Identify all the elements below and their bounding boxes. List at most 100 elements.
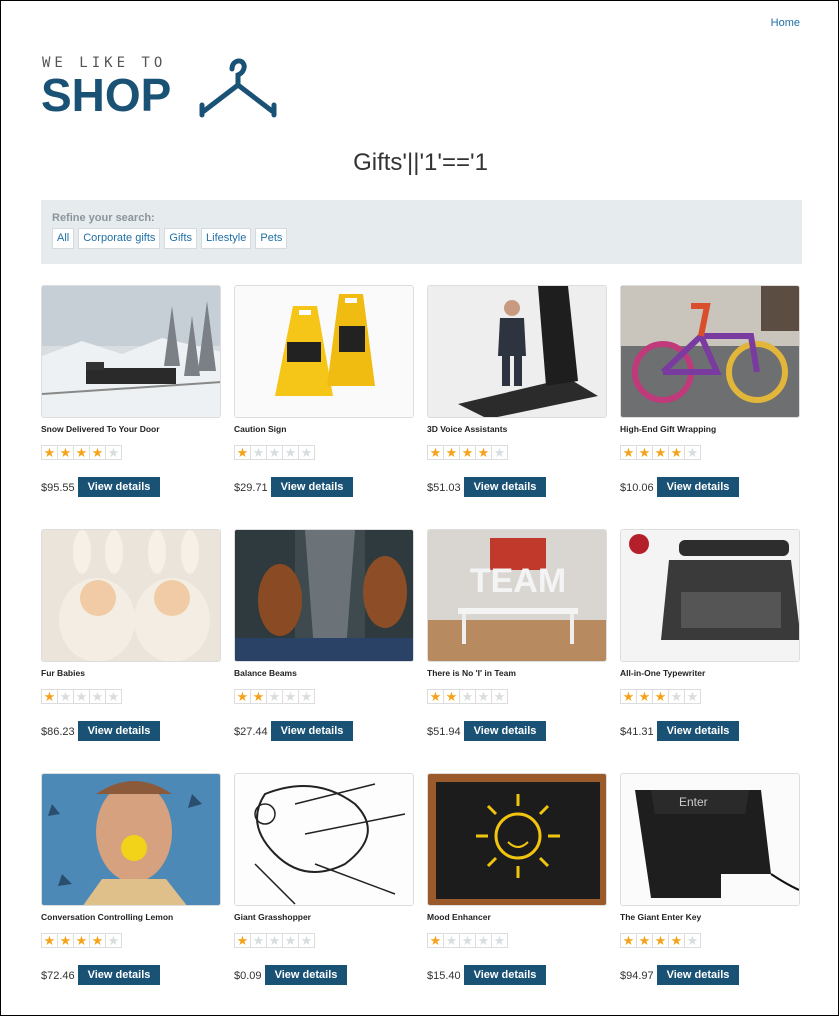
product-card: Giant Grasshopper ★ ★ ★ ★ ★ $0.09 View detai… <box>234 773 415 1016</box>
star-empty-icon: ★ <box>57 689 74 704</box>
product-price: $41.31 <box>620 726 654 738</box>
home-link[interactable]: Home <box>771 17 800 29</box>
star-empty-icon: ★ <box>250 445 267 460</box>
product-name[interactable]: All-in-One Typewriter <box>620 668 705 678</box>
view-details-button[interactable]: View details <box>464 721 546 741</box>
product-image[interactable] <box>234 529 414 662</box>
product-image[interactable] <box>234 773 414 906</box>
refine-label: Refine your search: <box>52 212 155 224</box>
view-details-button[interactable]: View details <box>464 965 546 985</box>
star-filled-icon: ★ <box>636 933 653 948</box>
star-empty-icon: ★ <box>89 689 106 704</box>
product-price: $94.97 <box>620 970 654 982</box>
view-details-button[interactable]: View details <box>657 721 739 741</box>
star-filled-icon: ★ <box>652 445 669 460</box>
product-card: 3D Voice Assistants ★ ★ ★ ★ ★ $51.03 View de… <box>427 285 608 529</box>
product-name[interactable]: Caution Sign <box>234 424 286 434</box>
product-image[interactable]: Enter <box>620 773 800 906</box>
star-filled-icon: ★ <box>57 445 74 460</box>
view-details-button[interactable]: View details <box>78 965 160 985</box>
product-card: Balance Beams ★ ★ ★ ★ ★ $27.44 View details <box>234 529 415 773</box>
star-filled-icon: ★ <box>459 445 476 460</box>
product-card: All-in-One Typewriter ★ ★ ★ ★ ★ $41.31 View … <box>620 529 801 773</box>
star-filled-icon: ★ <box>636 445 653 460</box>
star-filled-icon: ★ <box>427 689 444 704</box>
product-name[interactable]: Fur Babies <box>41 668 85 678</box>
product-name[interactable]: 3D Voice Assistants <box>427 424 507 434</box>
view-details-button[interactable]: View details <box>271 721 353 741</box>
star-empty-icon: ★ <box>298 445 315 460</box>
product-image[interactable] <box>41 285 221 418</box>
star-filled-icon: ★ <box>652 689 669 704</box>
star-empty-icon: ★ <box>491 933 508 948</box>
product-name[interactable]: The Giant Enter Key <box>620 912 701 922</box>
star-empty-icon: ★ <box>250 933 267 948</box>
product-name[interactable]: Snow Delivered To Your Door <box>41 424 160 434</box>
product-image[interactable] <box>620 529 800 662</box>
view-details-button[interactable]: View details <box>271 477 353 497</box>
star-empty-icon: ★ <box>105 445 122 460</box>
hanger-icon <box>199 58 277 118</box>
view-details-button[interactable]: View details <box>657 477 739 497</box>
product-price: $10.06 <box>620 482 654 494</box>
star-rating: ★ ★ ★ ★ ★ <box>234 689 315 704</box>
star-filled-icon: ★ <box>73 933 90 948</box>
star-empty-icon: ★ <box>73 689 90 704</box>
star-empty-icon: ★ <box>282 933 299 948</box>
star-filled-icon: ★ <box>41 445 58 460</box>
filter-pets[interactable]: Pets <box>255 228 288 249</box>
product-image[interactable] <box>234 285 414 418</box>
product-card: Conversation Controlling Lemon ★ ★ ★ ★ ★ $72… <box>41 773 222 1016</box>
refine-search-panel: Refine your search: All Corporate gifts … <box>41 200 802 264</box>
view-details-button[interactable]: View details <box>464 477 546 497</box>
product-name[interactable]: There is No 'I' in Team <box>427 668 516 678</box>
star-filled-icon: ★ <box>73 445 90 460</box>
product-card: Snow Delivered To Your Door ★ ★ ★ ★ ★ $95.55… <box>41 285 222 529</box>
product-image[interactable]: TEAM <box>427 529 607 662</box>
product-card: Mood Enhancer ★ ★ ★ ★ ★ $15.40 View details <box>427 773 608 1016</box>
star-empty-icon: ★ <box>684 933 701 948</box>
star-empty-icon: ★ <box>668 689 685 704</box>
star-rating: ★ ★ ★ ★ ★ <box>41 445 122 460</box>
view-details-button[interactable]: View details <box>78 721 160 741</box>
star-rating: ★ ★ ★ ★ ★ <box>427 689 508 704</box>
star-empty-icon: ★ <box>475 689 492 704</box>
product-card: TEAM There is No 'I' in Team ★ ★ ★ ★ ★ $51.9… <box>427 529 608 773</box>
view-details-button[interactable]: View details <box>265 965 347 985</box>
star-empty-icon: ★ <box>491 445 508 460</box>
star-filled-icon: ★ <box>41 933 58 948</box>
product-image[interactable] <box>427 285 607 418</box>
product-image[interactable] <box>620 285 800 418</box>
product-image[interactable] <box>41 529 221 662</box>
site-logo[interactable]: WE LIKE TO SHOP <box>41 55 281 121</box>
product-card: Fur Babies ★ ★ ★ ★ ★ $86.23 View details <box>41 529 222 773</box>
product-price: $72.46 <box>41 970 75 982</box>
product-price: $95.55 <box>41 482 75 494</box>
product-image[interactable] <box>427 773 607 906</box>
product-card: High-End Gift Wrapping ★ ★ ★ ★ ★ $10.06 View… <box>620 285 801 529</box>
star-filled-icon: ★ <box>250 689 267 704</box>
star-empty-icon: ★ <box>282 689 299 704</box>
product-name[interactable]: Conversation Controlling Lemon <box>41 912 173 922</box>
product-name[interactable]: Mood Enhancer <box>427 912 491 922</box>
product-name[interactable]: High-End Gift Wrapping <box>620 424 716 434</box>
star-rating: ★ ★ ★ ★ ★ <box>41 933 122 948</box>
product-name[interactable]: Giant Grasshopper <box>234 912 311 922</box>
product-price: $86.23 <box>41 726 75 738</box>
filter-gifts[interactable]: Gifts <box>164 228 198 249</box>
filter-lifestyle[interactable]: Lifestyle <box>201 228 252 249</box>
star-filled-icon: ★ <box>443 445 460 460</box>
product-image[interactable] <box>41 773 221 906</box>
view-details-button[interactable]: View details <box>78 477 160 497</box>
star-empty-icon: ★ <box>105 933 122 948</box>
star-empty-icon: ★ <box>298 689 315 704</box>
view-details-button[interactable]: View details <box>657 965 739 985</box>
product-name[interactable]: Balance Beams <box>234 668 297 678</box>
star-filled-icon: ★ <box>668 445 685 460</box>
star-filled-icon: ★ <box>427 445 444 460</box>
star-empty-icon: ★ <box>684 689 701 704</box>
filter-corporate-gifts[interactable]: Corporate gifts <box>78 228 161 249</box>
svg-text:Enter: Enter <box>679 795 708 809</box>
filter-all[interactable]: All <box>52 228 75 249</box>
star-rating: ★ ★ ★ ★ ★ <box>41 689 122 704</box>
